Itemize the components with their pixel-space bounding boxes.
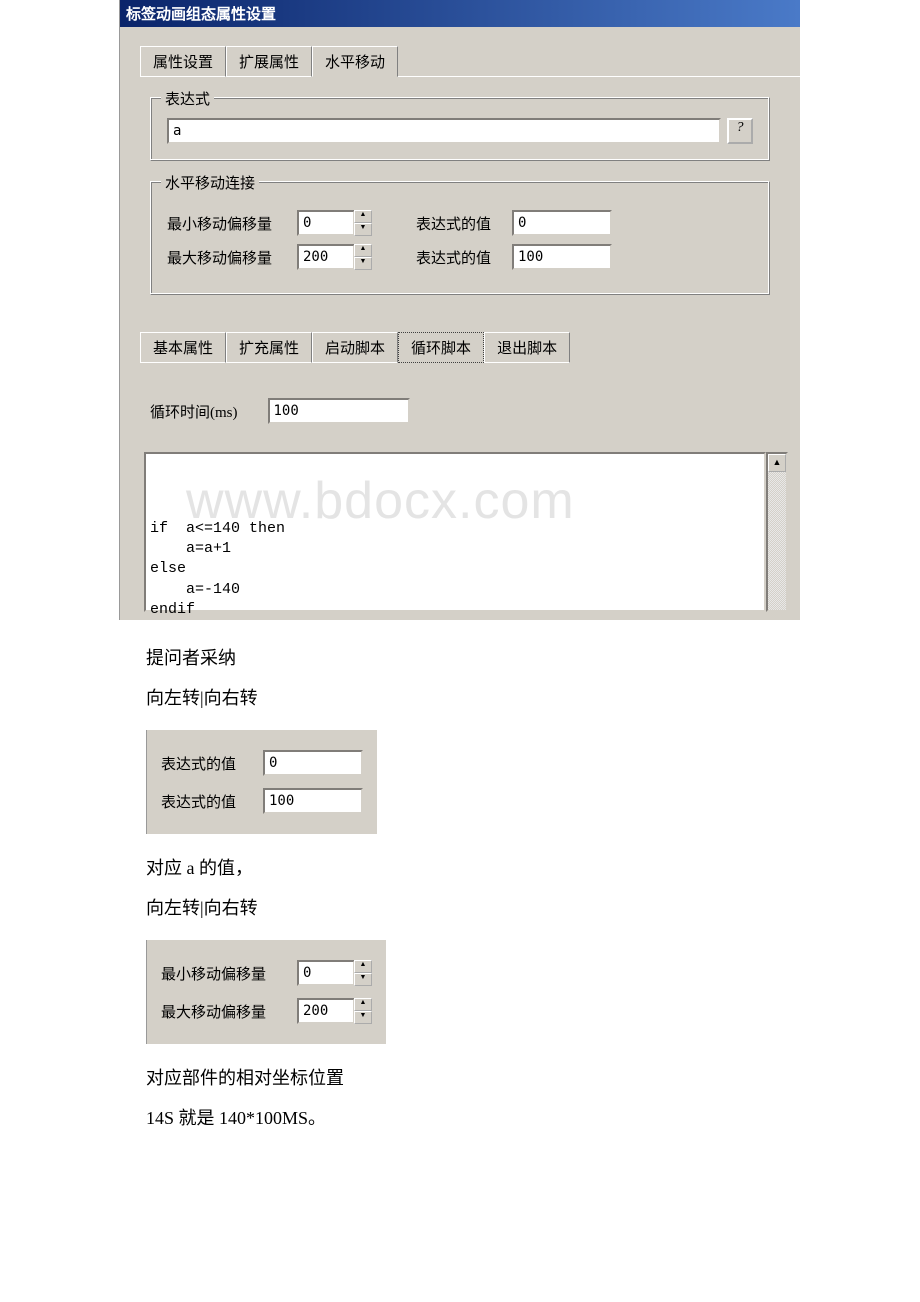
- correspond-a-text: 对应 a 的值，: [146, 854, 806, 880]
- script-content: if a<=140 then a=a+1 else a=-140 endif: [150, 519, 760, 620]
- spin-down-icon[interactable]: ▼: [354, 973, 372, 986]
- expression-legend: 表达式: [161, 88, 214, 109]
- loop-time-label: 循环时间(ms): [150, 401, 238, 422]
- offset-panel: 最小移动偏移量 ▲ ▼ 最大移动偏移量 ▲ ▼: [146, 940, 386, 1044]
- min-expr-value[interactable]: [512, 210, 612, 236]
- scroll-up-icon[interactable]: ▲: [768, 454, 786, 472]
- mini-expr-label-2: 表达式的值: [161, 791, 247, 812]
- spin-down-icon[interactable]: ▼: [354, 1011, 372, 1024]
- top-tab-row: 属性设置 扩展属性 水平移动: [140, 45, 800, 77]
- tab-property-settings[interactable]: 属性设置: [140, 46, 226, 77]
- tab-extended-property[interactable]: 扩展属性: [226, 46, 312, 77]
- spin-up-icon[interactable]: ▲: [354, 210, 372, 223]
- move-connect-legend: 水平移动连接: [161, 172, 259, 193]
- coord-text: 对应部件的相对坐标位置: [146, 1064, 806, 1090]
- max-expr-value[interactable]: [512, 244, 612, 270]
- max-offset-input[interactable]: [297, 244, 355, 270]
- spin-up-icon[interactable]: ▲: [354, 998, 372, 1011]
- spin-down-icon[interactable]: ▼: [354, 257, 372, 270]
- spin-up-icon[interactable]: ▲: [354, 244, 372, 257]
- scroll-track[interactable]: [768, 472, 786, 610]
- mini-min-offset-input[interactable]: [297, 960, 355, 986]
- mini-expr-value-1[interactable]: [263, 750, 363, 776]
- mini-expr-value-2[interactable]: [263, 788, 363, 814]
- rotate-links-1: 向左转|向右转: [146, 684, 806, 710]
- max-offset-spinner[interactable]: ▲ ▼: [297, 244, 372, 270]
- rotate-links-2: 向左转|向右转: [146, 894, 806, 920]
- bottom-tab-row: 基本属性 扩充属性 启动脚本 循环脚本 退出脚本: [140, 331, 800, 362]
- expression-fieldset: 表达式 ?: [150, 97, 770, 161]
- min-offset-spinner[interactable]: ▲ ▼: [297, 210, 372, 236]
- script-textarea[interactable]: www.bdocx.com if a<=140 then a=a+1 else …: [144, 452, 766, 612]
- expression-input[interactable]: [167, 118, 721, 144]
- tab-loop-script[interactable]: 循环脚本: [398, 332, 484, 363]
- mini-min-offset-label: 最小移动偏移量: [161, 963, 281, 984]
- tab-extend-property[interactable]: 扩充属性: [226, 332, 312, 363]
- min-expr-label: 表达式的值: [416, 213, 502, 234]
- script-area: www.bdocx.com if a<=140 then a=a+1 else …: [144, 452, 788, 612]
- max-offset-label: 最大移动偏移量: [167, 247, 287, 268]
- title-bar: 标签动画组态属性设置: [120, 0, 800, 27]
- spin-down-icon[interactable]: ▼: [354, 223, 372, 236]
- vertical-scrollbar[interactable]: ▲: [766, 452, 788, 612]
- tab-exit-script[interactable]: 退出脚本: [484, 332, 570, 363]
- final-text: 14S 就是 140*100MS。: [146, 1104, 806, 1130]
- tab-horizontal-move[interactable]: 水平移动: [312, 46, 398, 77]
- loop-time-input[interactable]: [268, 398, 410, 424]
- min-offset-label: 最小移动偏移量: [167, 213, 287, 234]
- mini-max-offset-label: 最大移动偏移量: [161, 1001, 281, 1022]
- mini-expr-label-1: 表达式的值: [161, 753, 247, 774]
- dialog-window: 标签动画组态属性设置 属性设置 扩展属性 水平移动 表达式 ? 水平移动连接 最…: [119, 0, 801, 620]
- spin-up-icon[interactable]: ▲: [354, 960, 372, 973]
- mini-max-offset-input[interactable]: [297, 998, 355, 1024]
- answer-body: 提问者采纳 向左转|向右转 表达式的值 表达式的值 对应 a 的值， 向左转|向…: [146, 644, 806, 1130]
- max-expr-label: 表达式的值: [416, 247, 502, 268]
- tab-basic-property[interactable]: 基本属性: [140, 332, 226, 363]
- expr-value-panel: 表达式的值 表达式的值: [146, 730, 377, 834]
- tab-start-script[interactable]: 启动脚本: [312, 332, 398, 363]
- move-connect-fieldset: 水平移动连接 最小移动偏移量 ▲ ▼ 表达式的值 最大移动偏移量: [150, 181, 770, 295]
- help-button[interactable]: ?: [727, 118, 753, 144]
- min-offset-input[interactable]: [297, 210, 355, 236]
